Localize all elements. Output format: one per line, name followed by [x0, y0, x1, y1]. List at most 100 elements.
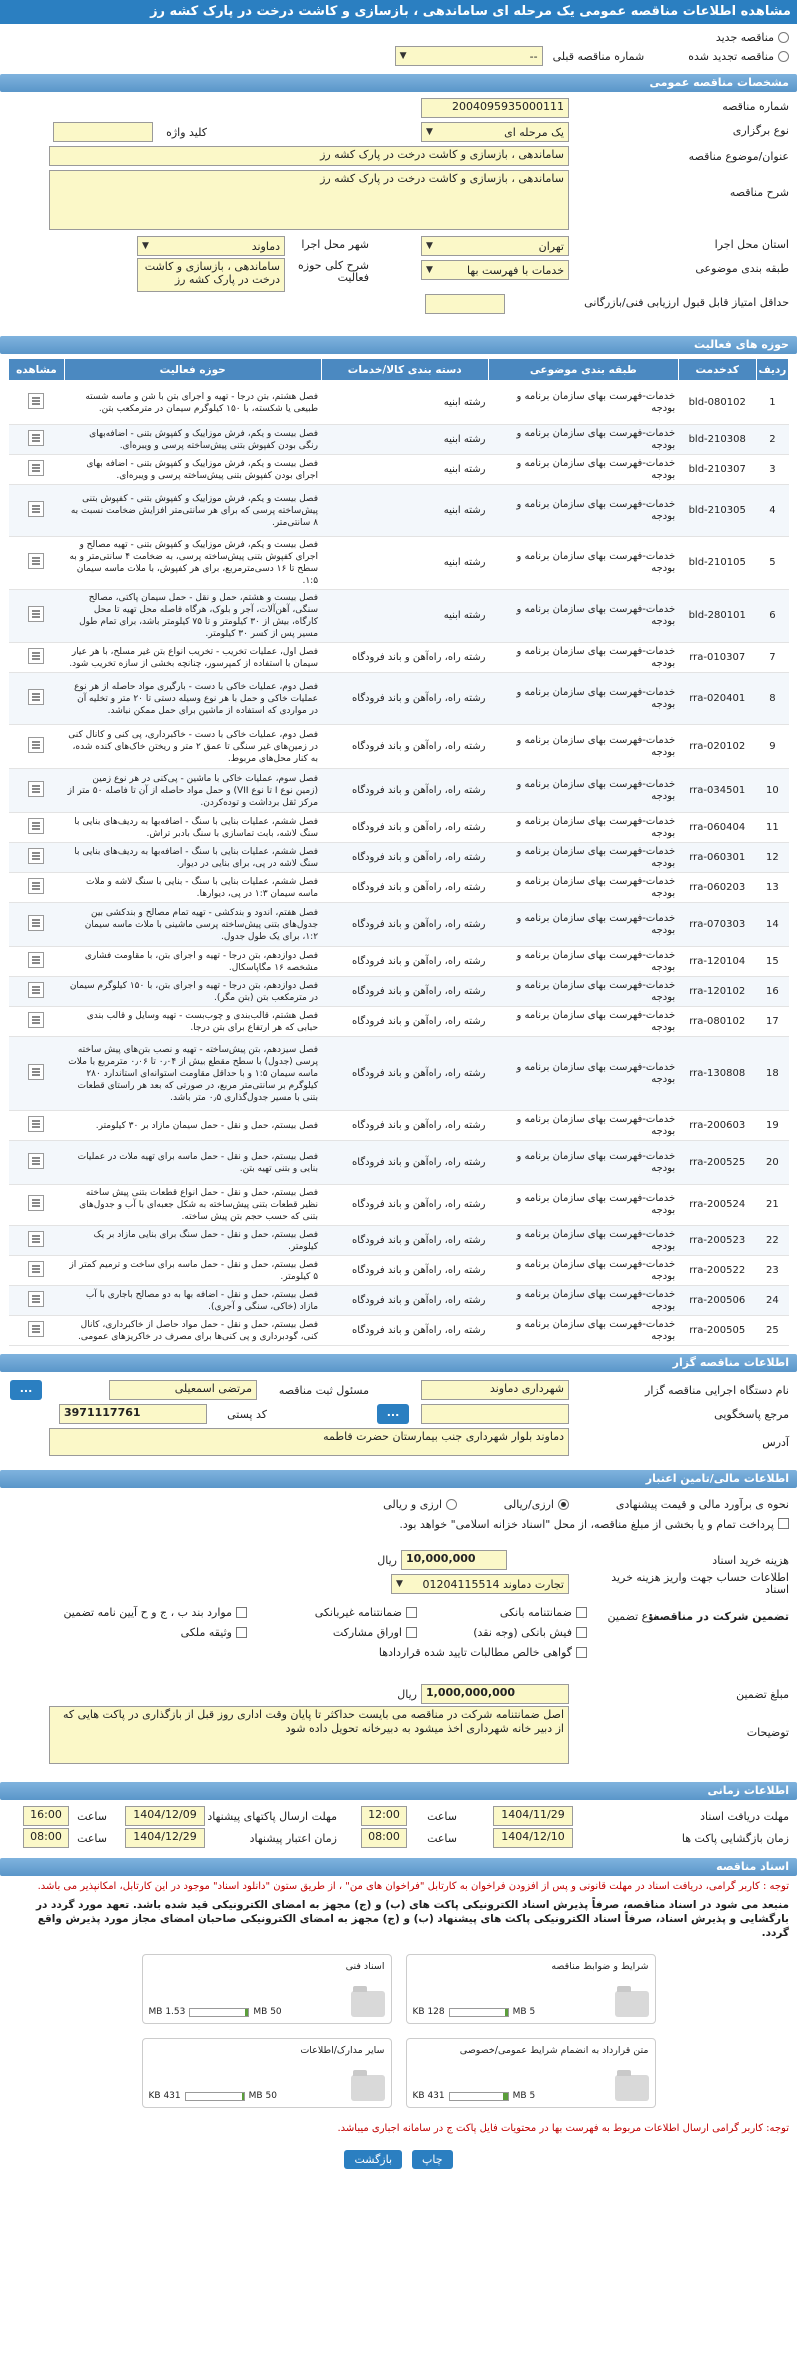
- file-progress: [448, 2091, 509, 2101]
- min-score-field[interactable]: [425, 294, 505, 314]
- scope-field[interactable]: ساماندهی ، بازسازی و کاشت درخت در پارک ک…: [137, 258, 285, 292]
- view-icon[interactable]: [28, 1320, 45, 1337]
- ref-lookup-button[interactable]: ...: [377, 1404, 409, 1424]
- file-box[interactable]: سایر مدارک/اطلاعات 50 MB 431 KB: [141, 2038, 392, 2108]
- table-cell: فصل بیست و یکم، فرش موزاییک و کفپوش بتنی…: [64, 536, 322, 590]
- ref-field[interactable]: [421, 1404, 569, 1424]
- view-icon[interactable]: [28, 688, 45, 705]
- view-icon[interactable]: [28, 951, 45, 968]
- file-box[interactable]: اسناد فنی 50 MB 1.53 MB: [141, 1954, 392, 2024]
- keyword-field[interactable]: [53, 122, 153, 142]
- category-select[interactable]: خدمات با فهرست بها ▼: [421, 260, 569, 280]
- folder-icon: [350, 2070, 385, 2101]
- renew-label: مناقصه تجدید شده: [688, 49, 774, 63]
- view-icon[interactable]: [28, 606, 45, 622]
- table-cell: bld-210307: [678, 454, 757, 485]
- guarantee-option[interactable]: ضمانتنامه غیربانکی: [315, 1606, 417, 1619]
- table-cell: فصل بیستم، حمل و نقل - حمل ماسه برای تهی…: [64, 1140, 322, 1185]
- view-icon[interactable]: [28, 1063, 45, 1080]
- table-cell: فصل اول، عملیات تخریب - تخریب انواع بتن …: [64, 642, 322, 673]
- view-icon[interactable]: [28, 1195, 45, 1211]
- table-cell: [8, 642, 65, 673]
- file-box[interactable]: شرایط و ضوابط مناقصه 5 MB 128 KB: [405, 1954, 656, 2024]
- view-icon[interactable]: [28, 1230, 45, 1247]
- table-cell: [8, 424, 65, 455]
- table-row: 5 bld-210105 خدمات-فهرست بهای سازمان برنام…: [8, 536, 789, 590]
- view-icon[interactable]: [28, 500, 45, 517]
- table-cell: خدمات-فهرست بهای سازمان برنامه و بودجه: [488, 1285, 679, 1316]
- desc-field[interactable]: ساماندهی ، بازسازی و کاشت درخت در پارک ک…: [49, 170, 569, 230]
- view-icon[interactable]: [28, 981, 45, 998]
- guarantee-option[interactable]: اوراق مشارکت: [333, 1626, 417, 1639]
- table-cell: فصل ششم، عملیات بنایی با سنگ - بنایی با …: [64, 872, 322, 903]
- estimate-label: نحوه ی برآورد مالی و قیمت پیشنهادی: [615, 1498, 789, 1511]
- valid-time-label: ساعت: [77, 1832, 107, 1845]
- folder-icon: [614, 1986, 649, 2017]
- view-icon[interactable]: [28, 817, 45, 834]
- estimate-opt2[interactable]: ارزی و ریالی: [383, 1498, 457, 1511]
- table-cell: [8, 589, 65, 643]
- table-cell: 11: [756, 812, 789, 843]
- back-button[interactable]: بازگشت: [344, 2150, 403, 2169]
- table-cell: رشته راه، راه‌آهن و باند فرودگاه: [321, 1315, 489, 1346]
- resp-lookup-button[interactable]: ...: [10, 1380, 42, 1400]
- view-icon[interactable]: [28, 1011, 45, 1028]
- table-cell: خدمات-فهرست بهای سازمان برنامه و بودجه: [488, 589, 679, 643]
- guarantee-option[interactable]: موارد بند ب ، ج و ح آیین نامه تضمین: [63, 1606, 247, 1619]
- subject-field[interactable]: ساماندهی ، بازسازی و کاشت درخت در پارک ک…: [49, 146, 569, 166]
- file-name: سایر مدارک/اطلاعات: [300, 2045, 385, 2056]
- amount-label: مبلغ تضمین: [736, 1688, 789, 1701]
- guarantee-option[interactable]: گواهی خالص مطالبات تایید شده قراردادها: [379, 1646, 587, 1659]
- table-cell: خدمات-فهرست بهای سازمان برنامه و بودجه: [488, 946, 679, 977]
- table-cell: 18: [756, 1036, 789, 1111]
- view-icon[interactable]: [28, 429, 45, 446]
- treasury-note[interactable]: پرداخت تمام و یا بخشی از مبلغ مناقصه، از…: [19, 1518, 789, 1532]
- view-icon[interactable]: [28, 877, 45, 894]
- view-icon[interactable]: [28, 1152, 45, 1169]
- view-icon[interactable]: [28, 847, 45, 864]
- type-select[interactable]: یک مرحله ای ▼: [421, 122, 569, 142]
- docs-section: اسناد مناقصه: [0, 1858, 797, 1876]
- table-cell: رشته راه، راه‌آهن و باند فرودگاه: [321, 812, 489, 843]
- file-size: 431 KB: [412, 2091, 445, 2101]
- view-icon[interactable]: [28, 392, 45, 409]
- table-cell: فصل هشتم، بتن درجا - تهیه و اجرای بتن با…: [64, 380, 322, 425]
- table-cell: rra-060404: [678, 812, 757, 843]
- table-cell: خدمات-فهرست بهای سازمان برنامه و بودجه: [488, 1110, 679, 1141]
- guarantee-section: تضمین شرکت در مناقصه:: [648, 1610, 789, 1623]
- open-time: 08:00: [361, 1828, 407, 1848]
- file-box[interactable]: متن قرارداد به انضمام شرایط عمومی/خصوصی 5…: [405, 2038, 656, 2108]
- doc-date: 1404/11/29: [493, 1806, 573, 1826]
- new-radio[interactable]: [778, 31, 789, 43]
- renew-radio[interactable]: [778, 50, 789, 62]
- valid-date: 1404/12/29: [125, 1828, 205, 1848]
- print-button[interactable]: چاپ: [412, 2150, 453, 2169]
- open-label: زمان بازگشایی پاکت ها: [681, 1832, 789, 1845]
- view-icon[interactable]: [28, 1260, 45, 1277]
- view-icon[interactable]: [28, 553, 45, 569]
- account-select[interactable]: تجارت دماوند 01204115514 ▼: [391, 1574, 569, 1594]
- province-select[interactable]: تهران ▼: [421, 236, 569, 256]
- view-icon[interactable]: [28, 1290, 45, 1307]
- view-icon[interactable]: [28, 459, 45, 476]
- column-header: دسته بندی کالا/خدمات: [320, 358, 489, 381]
- table-cell: 16: [756, 976, 789, 1007]
- docs-notice2: توجه: کاربر گرامی ارسال اطلاعات مربوط به…: [337, 2123, 789, 2134]
- send-label: مهلت ارسال پاکتهای پیشنهاد: [207, 1810, 337, 1823]
- guarantee-option[interactable]: ضمانتنامه بانکی: [500, 1606, 587, 1619]
- table-cell: فصل بیست و یکم، فرش موزاییک و کفپوش بتنی…: [64, 484, 322, 537]
- view-icon[interactable]: [28, 780, 45, 797]
- guarantee-option[interactable]: فیش بانکی (وجه نقد): [473, 1626, 587, 1639]
- prev-select[interactable]: -- ▼: [394, 46, 543, 66]
- guarantee-option[interactable]: وثیقه ملکی: [181, 1626, 247, 1639]
- view-icon[interactable]: [28, 1115, 45, 1132]
- table-cell: فصل دوم، عملیات خاکی با دست - خاکبرداری،…: [64, 724, 322, 769]
- view-icon[interactable]: [28, 647, 45, 664]
- estimate-opt1[interactable]: ارزی/ریالی: [504, 1498, 569, 1511]
- city-select[interactable]: دماوند ▼: [137, 236, 285, 256]
- table-cell: فصل دوم، عملیات خاکی با دست - بارگیری مو…: [64, 672, 322, 725]
- table-cell: [8, 1225, 65, 1256]
- view-icon[interactable]: [28, 736, 45, 753]
- view-icon[interactable]: [28, 914, 45, 931]
- table-row: 19 rra-200603 خدمات-فهرست بهای سازمان برنا…: [8, 1110, 789, 1141]
